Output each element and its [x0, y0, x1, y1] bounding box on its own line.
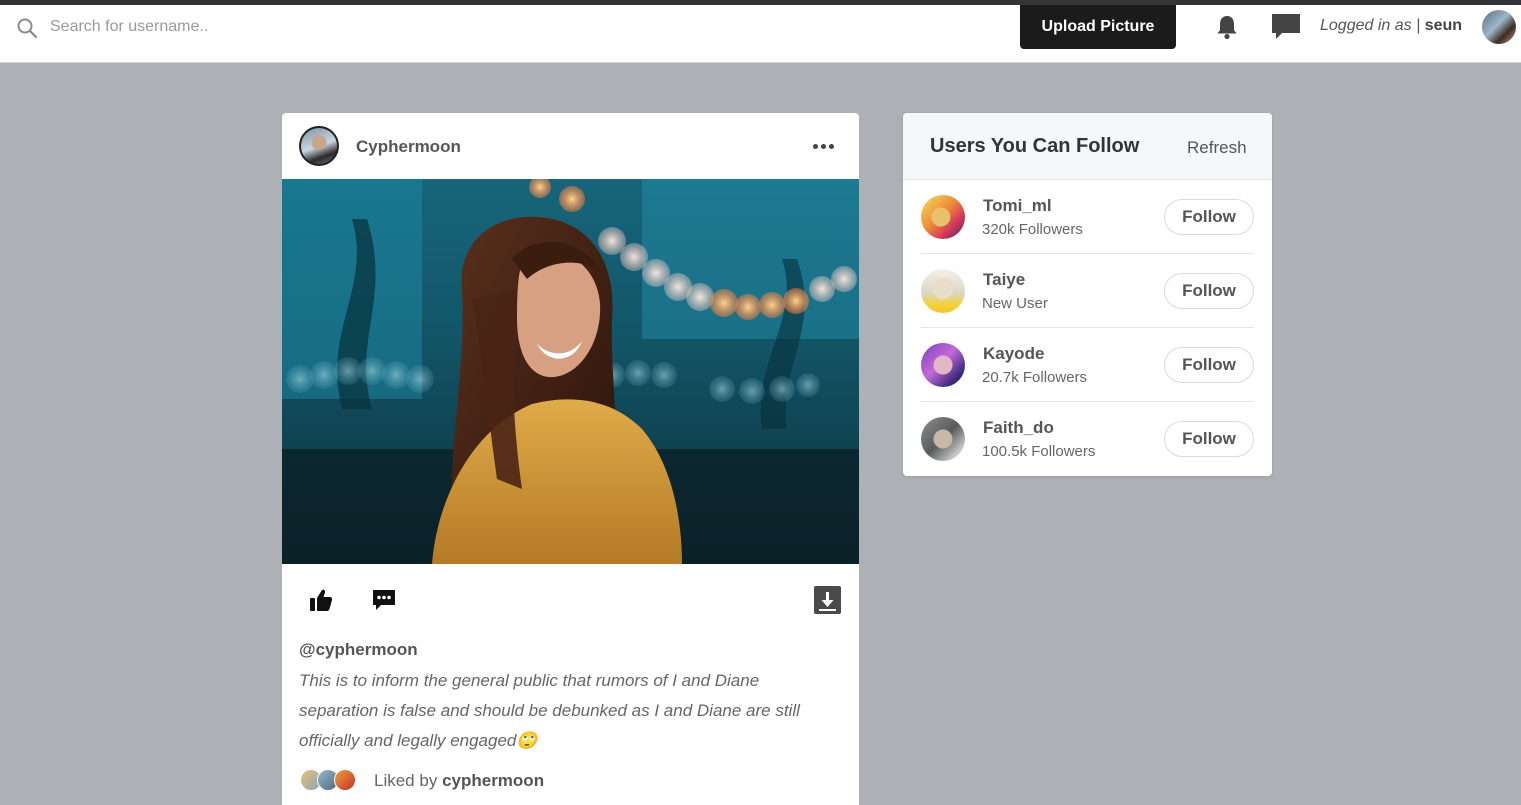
search-icon[interactable]: [16, 17, 38, 39]
post-author-avatar[interactable]: [299, 126, 339, 166]
follow-button[interactable]: Follow: [1164, 421, 1254, 457]
avatar[interactable]: [921, 417, 965, 461]
bell-icon[interactable]: [1215, 14, 1239, 40]
suggestion-name[interactable]: Kayode: [983, 344, 1044, 364]
suggestion-name[interactable]: Tomi_ml: [983, 196, 1052, 216]
suggestion-name[interactable]: Taiye: [983, 270, 1025, 290]
post-header: Cyphermoon: [282, 113, 859, 179]
search-input[interactable]: [50, 13, 370, 41]
logged-in-username: seun: [1424, 17, 1463, 34]
thumbs-up-icon[interactable]: [308, 587, 334, 613]
post-card: Cyphermoon @cyphermoon This is to inform…: [282, 113, 859, 805]
chat-icon[interactable]: [1270, 12, 1302, 42]
upload-picture-button[interactable]: Upload Picture: [1020, 5, 1176, 49]
avatar[interactable]: [1482, 10, 1516, 44]
suggestions-header: Users You Can Follow Refresh: [903, 113, 1272, 180]
avatar[interactable]: [921, 343, 965, 387]
logged-in-status: Logged in as | seun: [1320, 17, 1462, 35]
suggestion-followers: New User: [982, 295, 1048, 312]
liked-by-text: Liked by cyphermoon: [374, 771, 544, 791]
logged-in-prefix: Logged in as |: [1320, 17, 1421, 34]
suggestions-card: Users You Can Follow Refresh Tomi_ml 320…: [903, 113, 1272, 476]
follow-button[interactable]: Follow: [1164, 347, 1254, 383]
suggestion-row: Taiye New User Follow: [921, 254, 1254, 328]
suggestion-followers: 20.7k Followers: [982, 369, 1088, 386]
post-caption: This is to inform the general public tha…: [299, 671, 800, 750]
download-icon[interactable]: [814, 586, 841, 614]
post-handle[interactable]: @cyphermoon: [299, 640, 418, 660]
suggestion-followers: 100.5k Followers: [982, 443, 1096, 460]
avatar[interactable]: [921, 269, 965, 313]
liked-by-user[interactable]: cyphermoon: [442, 771, 544, 790]
post-image: [282, 179, 859, 564]
avatar[interactable]: [921, 195, 965, 239]
suggestion-followers: 320k Followers: [982, 221, 1083, 238]
suggestion-row: Tomi_ml 320k Followers Follow: [921, 180, 1254, 254]
suggestion-row: Faith_do 100.5k Followers Follow: [921, 402, 1254, 476]
suggestion-name[interactable]: Faith_do: [983, 418, 1054, 438]
liked-by-prefix: Liked by: [374, 771, 438, 790]
liker-avatar: [334, 769, 356, 791]
follow-button[interactable]: Follow: [1164, 199, 1254, 235]
refresh-button[interactable]: Refresh: [1187, 138, 1247, 158]
suggestions-title: Users You Can Follow: [930, 135, 1140, 157]
navbar: Upload Picture Logged in as | seun: [0, 5, 1521, 63]
more-options-icon[interactable]: [810, 138, 836, 154]
follow-button[interactable]: Follow: [1164, 273, 1254, 309]
likers-avatars[interactable]: [300, 769, 360, 793]
suggestion-row: Kayode 20.7k Followers Follow: [921, 328, 1254, 402]
comment-icon[interactable]: [371, 587, 397, 613]
post-author-name[interactable]: Cyphermoon: [356, 137, 461, 157]
